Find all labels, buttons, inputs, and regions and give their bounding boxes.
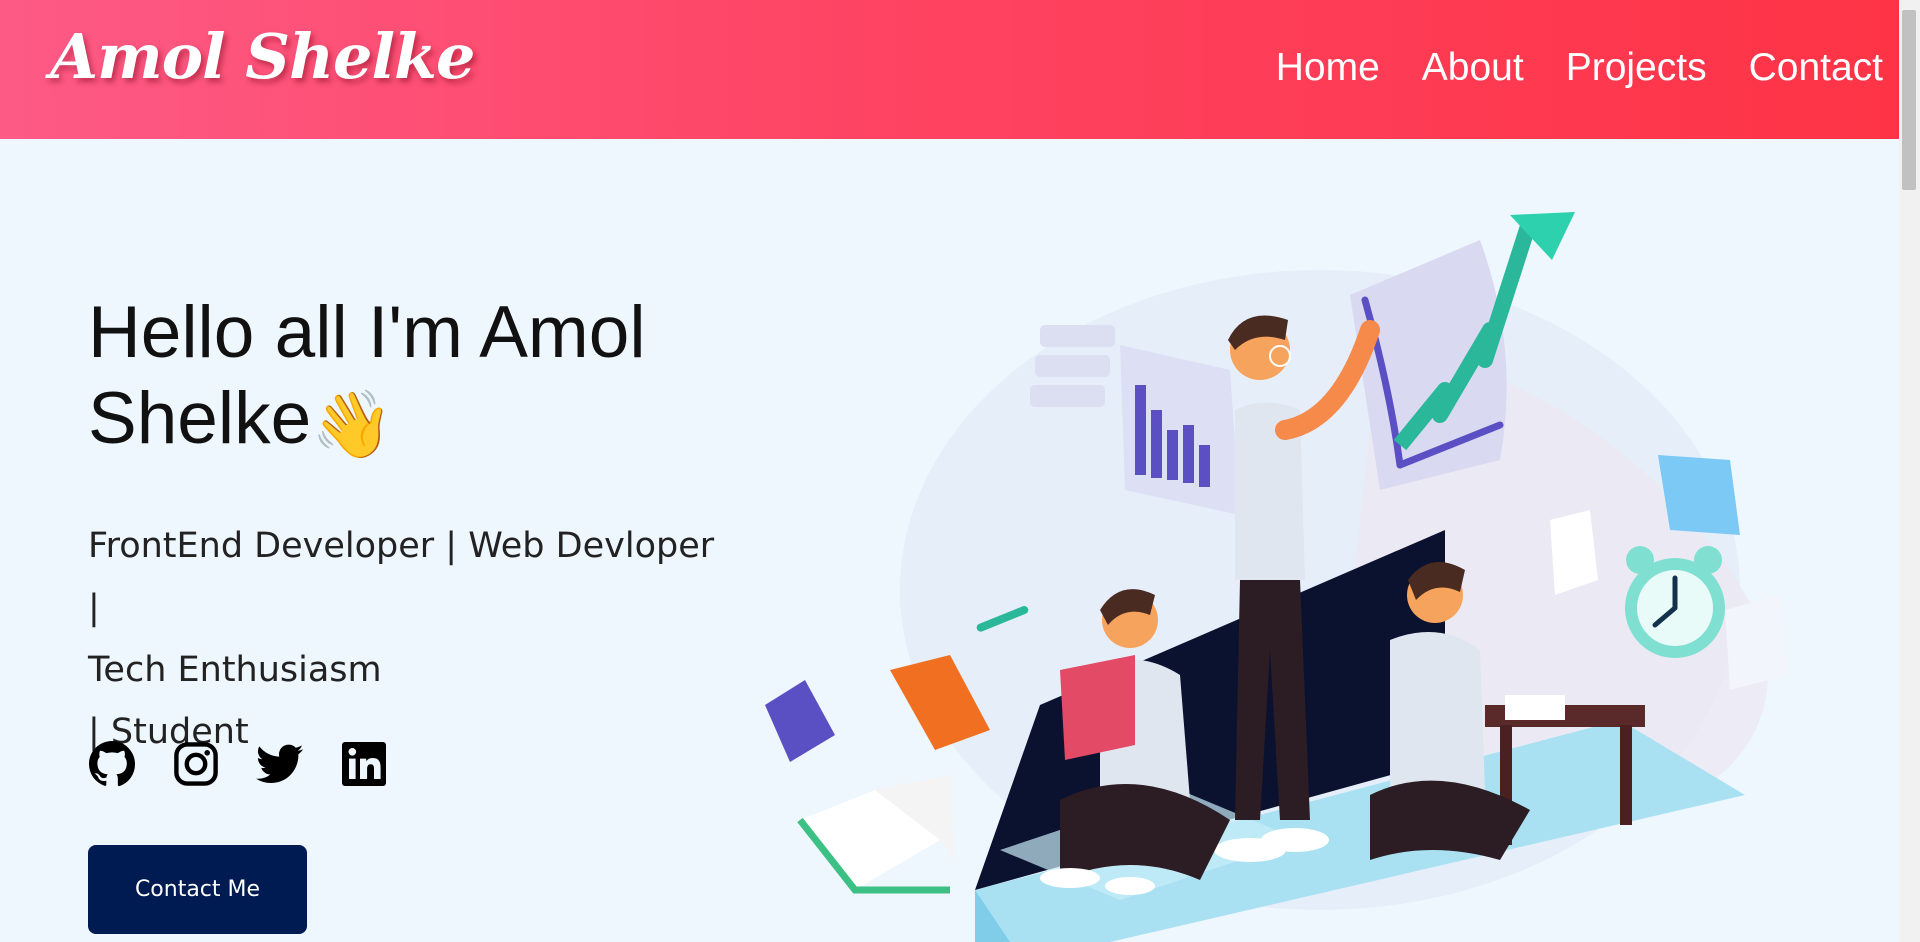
site-logo[interactable]: Amol Shelke [50, 20, 475, 93]
contact-me-button[interactable]: Contact Me [88, 845, 307, 934]
nav-contact[interactable]: Contact [1749, 46, 1883, 90]
open-book [797, 775, 955, 894]
main-nav: Home About Projects Contact [1276, 46, 1883, 90]
paper-sheet [1550, 510, 1598, 595]
nav-projects[interactable]: Projects [1566, 46, 1707, 90]
page-scrollbar[interactable] [1899, 0, 1920, 942]
hero-illustration [765, 212, 1788, 942]
subtitle-line-2: Tech Enthusiasm [88, 650, 382, 690]
clock-icon [1625, 546, 1725, 658]
nav-home[interactable]: Home [1276, 46, 1380, 90]
subtitle-line-1: FrontEnd Developer | Web Devloper | [88, 526, 715, 628]
linkedin-icon[interactable] [340, 740, 388, 788]
waving-hand-icon: 👋 [311, 386, 394, 461]
hero-subtitle: FrontEnd Developer | Web Devloper | Tech… [88, 515, 728, 763]
site-header: Amol Shelke Home About Projects Contact [0, 0, 1899, 139]
nav-about[interactable]: About [1422, 46, 1524, 90]
paper-sheet-2 [1725, 595, 1788, 690]
paper-note [1658, 455, 1740, 535]
book-purple [765, 680, 835, 762]
github-icon[interactable] [88, 740, 136, 788]
instagram-icon[interactable] [172, 740, 220, 788]
social-links [88, 740, 388, 788]
hero-title: Hello all I'm Amol Shelke👋 [88, 290, 738, 467]
twitter-icon[interactable] [256, 740, 304, 788]
scrollbar-thumb[interactable] [1902, 10, 1916, 190]
